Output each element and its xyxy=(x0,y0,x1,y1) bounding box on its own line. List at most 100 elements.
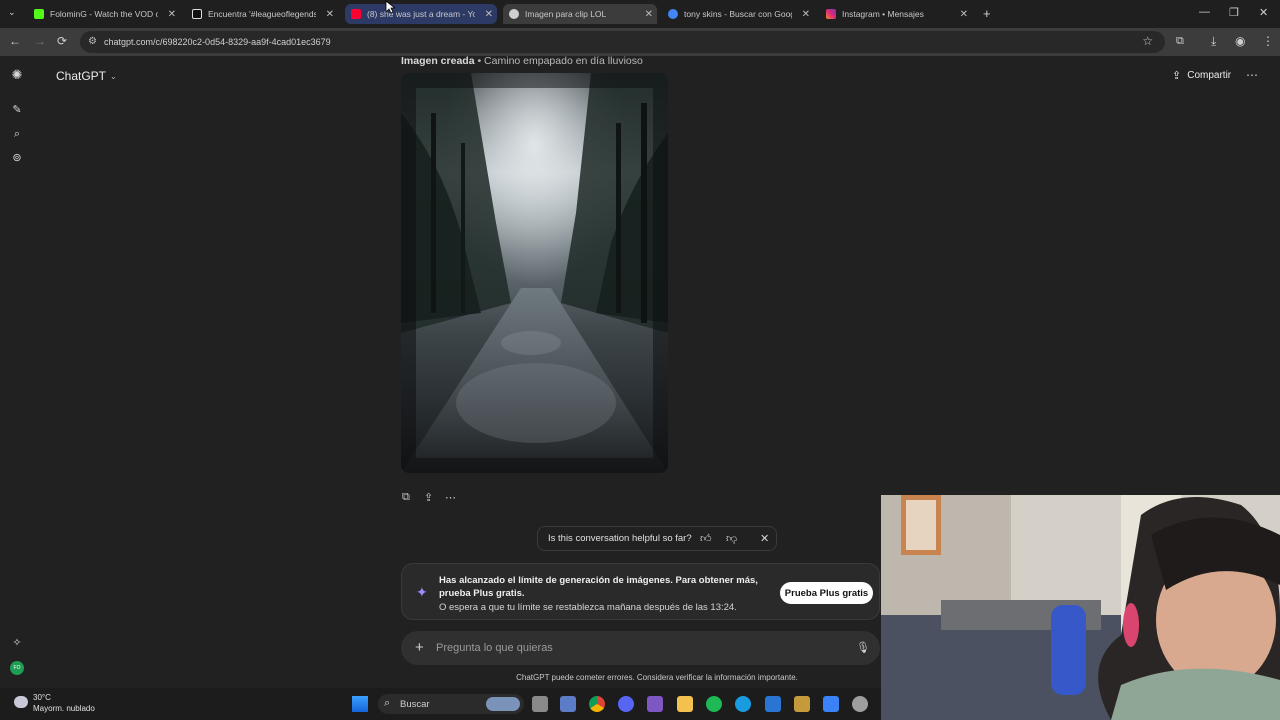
taskbar-search[interactable]: ⌕ Buscar xyxy=(378,694,524,714)
edge-icon[interactable] xyxy=(735,696,751,712)
tab-title: Instagram • Mensajes xyxy=(842,9,924,19)
forward-icon[interactable]: → xyxy=(34,34,46,48)
weather-temp: 30°C xyxy=(33,693,51,702)
close-icon[interactable]: ✕ xyxy=(645,9,653,20)
share-icon[interactable]: ⇪ xyxy=(424,491,433,504)
app-icon[interactable] xyxy=(794,696,810,712)
discord-icon[interactable] xyxy=(618,696,634,712)
tab-chatgpt[interactable]: Imagen para clip LOL ✕ xyxy=(503,4,657,24)
browser-tabbar: ⌄ FolominG - Watch the VOD on ✕ Encuentr… xyxy=(0,0,1280,28)
browser-toolbar: ← → ⟳ ⚙ chatgpt.com/c/698220c2-0d54-8329… xyxy=(0,28,1280,56)
taskbar-search-label: Buscar xyxy=(400,698,430,710)
library-icon[interactable]: ⊚ xyxy=(11,152,23,164)
share-label: Compartir xyxy=(1187,70,1232,81)
weather-widget[interactable]: 30°C Mayorm. nublado xyxy=(33,693,95,713)
close-icon[interactable]: ✕ xyxy=(326,9,334,20)
model-title: ChatGPT xyxy=(56,69,107,83)
close-icon[interactable]: ✕ xyxy=(760,532,769,545)
tab-tiktok[interactable]: Encuentra '#leagueoflegends' e ✕ xyxy=(186,4,338,24)
google-icon xyxy=(668,9,678,19)
tab-youtube[interactable]: (8) she was just a dream - YouT ✕ xyxy=(345,4,497,24)
sparkle-icon[interactable]: ✧ xyxy=(11,637,23,649)
image-limit-banner: ✦ Has alcanzado el límite de generación … xyxy=(401,563,880,620)
task-view-icon[interactable] xyxy=(532,696,548,712)
more-icon[interactable]: ⋯ xyxy=(445,491,456,504)
new-tab-icon[interactable]: + xyxy=(983,6,991,21)
app-icon[interactable] xyxy=(852,696,868,712)
extensions-icon[interactable]: ⧉ xyxy=(1176,35,1184,48)
tab-title: FolominG - Watch the VOD on xyxy=(50,9,158,19)
chevron-down-icon: ⌄ xyxy=(110,71,117,81)
feedback-prompt: Is this conversation helpful so far? 👍︎ … xyxy=(537,526,777,551)
tab-search-icon[interactable]: ⌄ xyxy=(8,7,16,18)
rainy-road-picture xyxy=(401,73,668,473)
close-icon[interactable]: ✕ xyxy=(168,9,176,20)
sparkle-icon: ✦ xyxy=(416,584,428,600)
close-icon[interactable]: ✕ xyxy=(960,9,968,20)
site-info-icon[interactable]: ⚙ xyxy=(88,36,97,47)
mouse-cursor-icon xyxy=(385,0,395,14)
restore-icon[interactable]: ❐ xyxy=(1229,6,1239,19)
bookmark-star-icon[interactable]: ☆ xyxy=(1142,34,1153,48)
microphone-icon[interactable]: 🎙︎ xyxy=(856,641,870,654)
minimize-icon[interactable]: — xyxy=(1199,6,1210,18)
mail-icon[interactable] xyxy=(765,696,781,712)
reload-icon[interactable]: ⟳ xyxy=(57,34,67,48)
limit-reset-message: O espera a que tu límite se restablezca … xyxy=(439,602,737,613)
thumbs-up-icon[interactable]: 👍︎ xyxy=(700,532,712,545)
youtube-icon xyxy=(351,9,361,19)
try-plus-button[interactable]: Prueba Plus gratis xyxy=(780,582,873,604)
chrome-icon[interactable] xyxy=(589,696,605,712)
kick-icon xyxy=(34,9,44,19)
close-window-icon[interactable]: ✕ xyxy=(1259,6,1268,19)
search-highlight-icon xyxy=(486,697,520,711)
chatgpt-logo-icon[interactable]: ✺ xyxy=(11,68,23,81)
webcam-overlay xyxy=(881,495,1280,720)
tab-instagram[interactable]: Instagram • Mensajes ✕ xyxy=(820,4,972,24)
webcam-picture xyxy=(881,495,1280,720)
weather-icon[interactable] xyxy=(14,696,28,708)
tab-title: tony skins - Buscar con Google xyxy=(684,9,792,19)
back-icon[interactable]: ← xyxy=(9,34,21,48)
tiktok-icon xyxy=(192,9,202,19)
search-icon[interactable]: ⌕ xyxy=(11,128,23,140)
model-selector[interactable]: ChatGPT ⌄ xyxy=(56,69,117,83)
windows-taskbar: 30°C Mayorm. nublado ⌕ Buscar xyxy=(0,688,881,720)
tab-title: Encuentra '#leagueoflegends' e xyxy=(208,9,316,19)
spotify-icon[interactable] xyxy=(706,696,722,712)
menu-kebab-icon[interactable]: ⋮ xyxy=(1262,34,1274,48)
app-icon[interactable] xyxy=(560,696,576,712)
address-bar[interactable]: ⚙ chatgpt.com/c/698220c2-0d54-8329-aa9f-… xyxy=(80,31,1165,53)
tab-google[interactable]: tony skins - Buscar con Google ✕ xyxy=(662,4,814,24)
prompt-composer[interactable]: + Pregunta lo que quieras 🎙︎ xyxy=(401,631,880,665)
instagram-icon xyxy=(826,9,836,19)
windows-start-icon[interactable] xyxy=(352,696,368,712)
disclaimer-text: ChatGPT puede cometer errores. Considera… xyxy=(516,673,798,682)
generated-image[interactable] xyxy=(401,73,668,473)
search-icon: ⌕ xyxy=(384,697,391,709)
thumbs-down-icon[interactable]: 👎︎ xyxy=(726,532,737,545)
close-icon[interactable]: ✕ xyxy=(802,9,810,20)
folder-icon[interactable] xyxy=(677,696,693,712)
image-caption-subtitle: • Camino empapado en día lluvioso xyxy=(477,55,643,67)
avatar[interactable]: FO xyxy=(10,661,24,675)
chatgpt-icon xyxy=(509,9,519,19)
more-options-icon[interactable]: ⋯ xyxy=(1246,68,1258,82)
close-icon[interactable]: ✕ xyxy=(485,9,493,20)
copy-icon[interactable]: ⧉ xyxy=(402,491,410,504)
url-text: chatgpt.com/c/698220c2-0d54-8329-aa9f-4c… xyxy=(104,37,331,47)
share-button[interactable]: ⇪ Compartir xyxy=(1172,69,1231,82)
share-icon: ⇪ xyxy=(1172,70,1182,82)
new-chat-icon[interactable]: ✎ xyxy=(11,104,23,116)
limit-message: Has alcanzado el límite de generación de… xyxy=(439,575,758,599)
todo-icon[interactable] xyxy=(823,696,839,712)
feedback-question: Is this conversation helpful so far? xyxy=(548,533,692,544)
tab-title: Imagen para clip LOL xyxy=(525,9,607,19)
download-icon[interactable]: ⤓ xyxy=(1211,34,1216,49)
attach-plus-icon[interactable]: + xyxy=(415,639,424,656)
prompt-input[interactable]: Pregunta lo que quieras xyxy=(436,642,553,654)
app-icon[interactable] xyxy=(647,696,663,712)
image-caption-title: Imagen creada xyxy=(401,55,475,67)
tab-kick[interactable]: FolominG - Watch the VOD on ✕ xyxy=(28,4,180,24)
profile-icon[interactable]: ◉ xyxy=(1235,34,1245,48)
